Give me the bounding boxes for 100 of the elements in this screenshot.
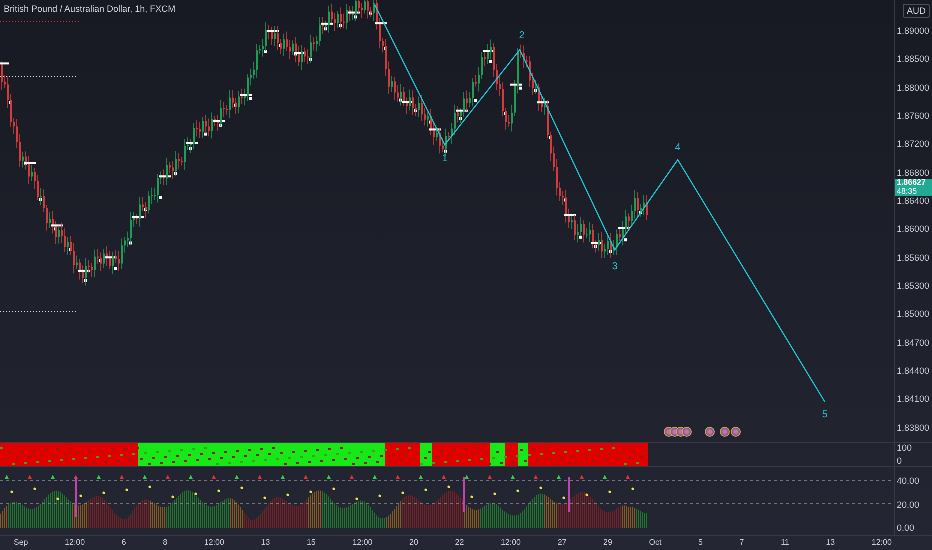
price-axis-label: 1.86400 (896, 196, 931, 206)
time-axis-label: 12:00 (203, 538, 224, 548)
triangle-marker-icon (534, 475, 538, 479)
price-axis-label: 1.85600 (896, 252, 931, 263)
indicator-axis-label: 40.00 (896, 476, 921, 486)
indicator-axis-label: 20.00 (896, 500, 921, 510)
triangle-marker-icon (166, 475, 170, 479)
price-axis-label: 1.84100 (896, 394, 931, 404)
time-axis-label: 8 (162, 538, 168, 548)
signal-dot (402, 492, 404, 494)
signal-dot (240, 486, 244, 490)
triangle-marker-icon (235, 475, 239, 479)
triangle-marker-icon (143, 475, 147, 479)
signal-dot (448, 486, 450, 488)
price-axis-label: 1.85000 (896, 309, 931, 320)
signal-dot (378, 494, 382, 498)
price-axis-label: 1.85300 (896, 281, 931, 292)
signal-dot (356, 498, 358, 500)
triangle-marker-icon (281, 475, 285, 479)
signal-dot (332, 488, 336, 490)
signal-dot (194, 492, 198, 496)
time-axis-label: 12:00 (64, 538, 86, 548)
signal-dot (310, 490, 312, 494)
time-axis-label: 15 (306, 538, 316, 548)
triangle-marker-icon (350, 475, 354, 479)
wave-label: 4 (675, 142, 681, 154)
triangle-marker-icon (212, 475, 216, 479)
triangle-marker-icon (189, 475, 193, 479)
time-axis-label: 12:00 (500, 538, 522, 548)
signal-dot (148, 486, 152, 488)
wave-label: 3 (612, 262, 618, 272)
signal-dot (424, 488, 428, 492)
triangle-marker-icon (488, 475, 492, 479)
time-axis-label: 13 (260, 538, 270, 548)
currency-button[interactable]: AUD (903, 4, 930, 18)
signal-dot (264, 496, 266, 500)
triangle-marker-icon (442, 475, 446, 479)
event-marker-icon[interactable] (731, 427, 741, 437)
time-axis-label: 20 (408, 538, 418, 548)
indicator-axis-label: 0 (896, 456, 904, 466)
time-axis-label: 7 (738, 538, 744, 548)
triangle-marker-icon (5, 475, 9, 479)
triangle-marker-icon (557, 475, 561, 479)
signal-dot (540, 486, 542, 490)
price-axis-label: 1.84700 (896, 338, 931, 348)
price-axis-label: 1.86800 (896, 168, 931, 178)
wave-label: 5 (822, 410, 828, 420)
signal-dot (286, 494, 290, 496)
triangle-marker-icon (580, 475, 584, 479)
time-axis-label: 29 (602, 538, 612, 548)
last-price: 1.86627 (897, 179, 927, 188)
time-axis-label: 13 (825, 538, 836, 548)
triangle-marker-icon (373, 475, 377, 479)
time-axis-label: 5 (698, 538, 703, 548)
chart-title: British Pound / Australian Dollar, 1h, FXCM (4, 4, 176, 14)
triangle-marker-icon (327, 475, 331, 479)
time-axis-label: 6 (120, 538, 126, 548)
price-axis-label: 1.88500 (896, 54, 931, 64)
signal-dot (172, 496, 174, 498)
time-axis-label: 12:00 (870, 538, 892, 548)
signal-dot (516, 490, 520, 492)
triangle-marker-icon (97, 475, 101, 479)
signal-dot (126, 488, 128, 492)
signal-dot (562, 496, 566, 500)
triangle-marker-icon (511, 475, 515, 479)
triangle-marker-icon (120, 475, 124, 479)
time-axis-label: 22 (454, 538, 464, 548)
signal-dot (10, 490, 14, 494)
triangle-marker-icon (258, 475, 262, 479)
signal-dot (494, 492, 496, 496)
time-axis-label: Sep (13, 538, 28, 548)
price-axis-label: 1.83800 (896, 422, 931, 433)
signal-dot (102, 492, 106, 494)
triangle-marker-icon (28, 475, 32, 479)
indicator-axis-label: 100 (896, 443, 914, 453)
triangle-marker-icon (419, 475, 423, 479)
price-axis-label: 1.87200 (896, 139, 931, 150)
triangle-marker-icon (603, 475, 607, 479)
signal-dot (218, 490, 220, 492)
event-marker-icon[interactable] (705, 427, 715, 437)
signal-dot (608, 490, 612, 494)
signal-dot (56, 498, 60, 500)
price-axis-label: 1.89000 (896, 26, 931, 36)
event-marker-icon[interactable] (682, 427, 692, 437)
triangle-marker-icon (396, 475, 400, 479)
signal-dot (80, 494, 82, 498)
event-marker-icon[interactable] (720, 427, 730, 437)
price-axis-label: 1.87600 (896, 111, 931, 122)
signal-dot (586, 494, 588, 496)
triangle-marker-icon (51, 475, 55, 479)
wave-label: 2 (519, 30, 525, 42)
time-axis-label: Oct (648, 538, 662, 548)
triangle-marker-icon (626, 475, 630, 479)
triangle-marker-icon (304, 475, 308, 479)
time-axis-label: 27 (556, 538, 567, 548)
bar-countdown: 48:35 (897, 188, 918, 196)
price-axis-label: 1.88000 (896, 82, 931, 93)
signal-dot (34, 488, 36, 490)
wave-label: 1 (442, 154, 448, 164)
price-axis-label: 1.84400 (896, 366, 931, 376)
